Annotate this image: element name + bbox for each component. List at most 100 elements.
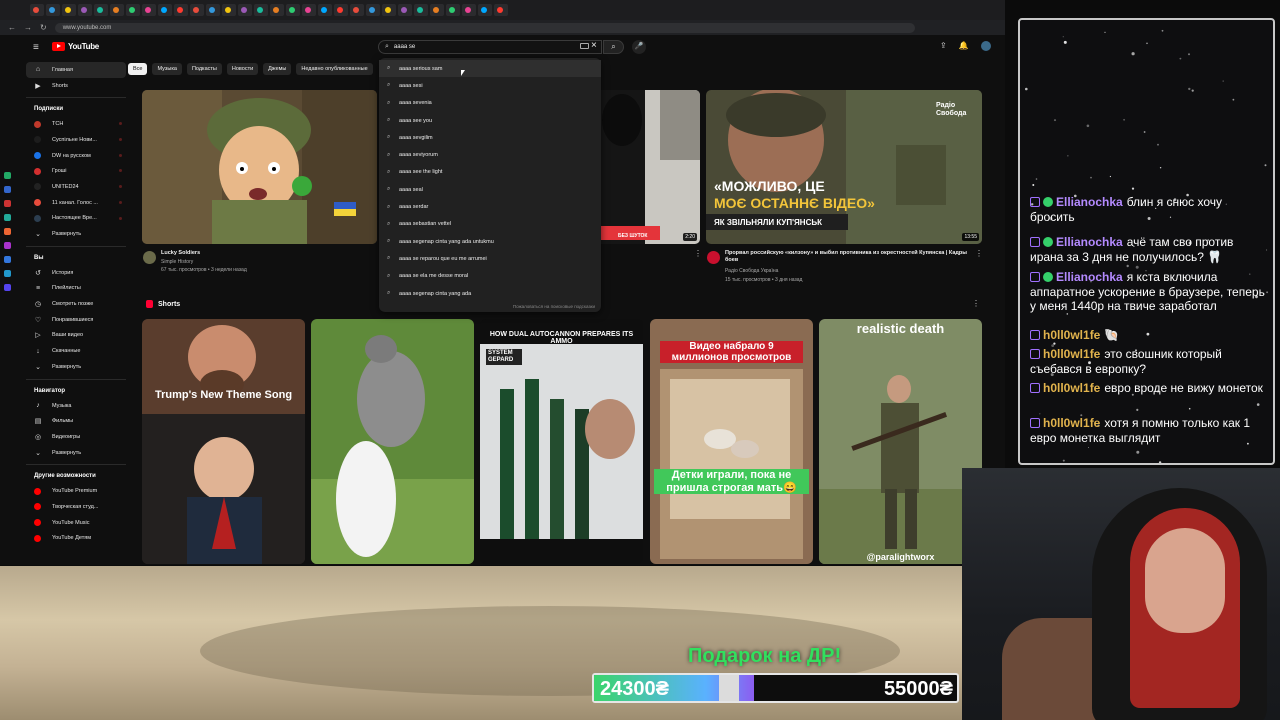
video-thumbnail[interactable]: «МОЖЛИВО, ЦЕ МОЄ ОСТАННЄ ВІДЕО» ЯК ЗВІЛЬ… [706, 90, 982, 244]
sidebar-item[interactable]: YouTube Music [26, 515, 126, 531]
url-field[interactable]: www.youtube.com [54, 22, 915, 33]
sidebar-section-title[interactable]: Подписки [26, 102, 126, 116]
short-card[interactable]: HOW DUAL AUTOCANNON PREPARES ITS AMMO SY… [480, 319, 643, 564]
sidebar-item[interactable]: 11 канал. Голос ... [26, 195, 126, 211]
sidebar-item[interactable]: ⌄ Развернуть [26, 226, 126, 242]
more-options-icon[interactable]: ⋮ [975, 249, 983, 258]
browser-tab[interactable] [142, 4, 156, 16]
sidebar-item[interactable]: ▶ Shorts [26, 78, 126, 94]
sidebar-item[interactable]: UNITED24 [26, 179, 126, 195]
youtube-logo[interactable]: YouTube [52, 42, 99, 51]
browser-tab[interactable] [206, 4, 220, 16]
search-suggestion[interactable]: ⌕ aaaa sesi [379, 77, 601, 94]
browser-tab[interactable] [478, 4, 492, 16]
browser-tab[interactable] [254, 4, 268, 16]
sidebar-item[interactable]: ⌄ Развернуть [26, 445, 126, 461]
browser-tab[interactable] [302, 4, 316, 16]
search-suggestion[interactable]: ⌕ aaaa sevenia [379, 95, 601, 112]
search-suggestion[interactable]: ⌕ aaaa se reparou que eu me arrumei [379, 250, 601, 267]
video-title[interactable]: Прорвал российскую «килзону» и выбил про… [725, 250, 970, 264]
rail-app-icon[interactable] [4, 228, 11, 235]
forward-icon[interactable]: → [24, 23, 32, 32]
browser-tab[interactable] [350, 4, 364, 16]
sidebar-item[interactable]: ≡ Плейлисты [26, 281, 126, 297]
browser-tab[interactable] [270, 4, 284, 16]
rail-app-icon[interactable] [4, 242, 11, 249]
sidebar-item[interactable]: ♡ Понравившиеся [26, 312, 126, 328]
sidebar-item[interactable]: YouTube Детям [26, 531, 126, 547]
video-thumbnail[interactable]: БЕЗ ШУТОК 2:20 [600, 90, 700, 244]
category-chip[interactable]: Недавно опубликованные [296, 63, 373, 75]
chat-username[interactable]: h0ll0wl1fe [1043, 347, 1100, 361]
clear-search-button[interactable]: × [591, 40, 597, 51]
browser-tab[interactable] [398, 4, 412, 16]
sidebar-item[interactable]: Суспільне Нови... [26, 132, 126, 148]
category-chip[interactable]: Музыка [152, 63, 182, 75]
rail-app-icon[interactable] [4, 256, 11, 263]
sidebar-item[interactable]: ♪ Музыка [26, 398, 126, 414]
sidebar-item[interactable]: Настоящее Вре... [26, 211, 126, 227]
sidebar-item[interactable]: ↺ История [26, 265, 126, 281]
sidebar-item[interactable]: ТСН [26, 116, 126, 132]
sidebar-section-title[interactable]: Вы [26, 251, 126, 265]
browser-tab[interactable] [174, 4, 188, 16]
channel-avatar[interactable] [707, 251, 720, 264]
search-suggestion[interactable]: ⌕ aaaa see the light [379, 164, 601, 181]
video-title[interactable]: Lucky Soldiers [161, 250, 200, 256]
browser-tab[interactable] [222, 4, 236, 16]
sidebar-item[interactable]: ◎ Видеоигры [26, 429, 126, 445]
search-suggestion[interactable]: ⌕ aaaa segenap cinta yang ada untukmu [379, 233, 601, 250]
sidebar-item[interactable]: DW на русском [26, 148, 126, 164]
search-suggestion[interactable]: ⌕ aaaa seviyorum [379, 146, 601, 163]
browser-tab[interactable] [190, 4, 204, 16]
more-options-icon[interactable]: ⋮ [694, 249, 702, 258]
rail-app-icon[interactable] [4, 172, 11, 179]
browser-tab[interactable] [462, 4, 476, 16]
search-suggestion[interactable]: ⌕ aaaa see you [379, 112, 601, 129]
chat-username[interactable]: Ellianochka [1056, 270, 1123, 284]
search-suggestion[interactable]: ⌕ aaaa sebastian vettel [379, 216, 601, 233]
category-chip[interactable]: Подкасты [186, 63, 222, 75]
menu-icon[interactable]: ≡ [33, 42, 39, 53]
browser-tab[interactable] [46, 4, 60, 16]
sidebar-item[interactable]: ◷ Смотреть позже [26, 296, 126, 312]
browser-tab[interactable] [366, 4, 380, 16]
chat-username[interactable]: Ellianochka [1056, 235, 1123, 249]
back-icon[interactable]: ← [8, 23, 16, 32]
browser-tab[interactable] [126, 4, 140, 16]
browser-tab[interactable] [94, 4, 108, 16]
search-suggestion[interactable]: ⌕ aaaa segenap cinta yang ada [379, 285, 601, 302]
browser-tab[interactable] [494, 4, 508, 16]
video-channel[interactable]: Simple History [161, 259, 193, 265]
short-card[interactable]: Видео набрало 9 миллионов просмотров Дет… [650, 319, 813, 564]
browser-tab[interactable] [158, 4, 172, 16]
category-chip[interactable]: Новости [226, 63, 259, 75]
voice-search-button[interactable]: 🎤 [632, 40, 646, 54]
short-card[interactable]: Trump's New Theme Song [142, 319, 305, 564]
browser-tab[interactable] [30, 4, 44, 16]
rail-app-icon[interactable] [4, 270, 11, 277]
sidebar-item[interactable]: YouTube Premium [26, 483, 126, 499]
browser-tab[interactable] [238, 4, 252, 16]
browser-tab[interactable] [62, 4, 76, 16]
search-input[interactable] [393, 44, 554, 50]
category-chip[interactable]: Джемы [263, 63, 292, 75]
chat-username[interactable]: Ellianochka [1056, 195, 1123, 209]
sidebar-item[interactable]: Творческая студ... [26, 499, 126, 515]
rail-app-icon[interactable] [4, 214, 11, 221]
browser-tab[interactable] [446, 4, 460, 16]
video-channel[interactable]: Радіо Свобода Україна [725, 268, 778, 274]
browser-tab[interactable] [430, 4, 444, 16]
browser-tab[interactable] [110, 4, 124, 16]
browser-tab[interactable] [334, 4, 348, 16]
report-suggestions-link[interactable]: Пожаловаться на поисковые подсказки [513, 304, 595, 309]
sidebar-item[interactable]: ↓ Скачанные [26, 343, 126, 359]
browser-tab[interactable] [382, 4, 396, 16]
chat-username[interactable]: h0ll0wl1fe [1043, 381, 1100, 395]
channel-avatar[interactable] [143, 251, 156, 264]
sidebar-item[interactable]: ▤ Фильмы [26, 413, 126, 429]
short-card[interactable] [311, 319, 474, 564]
browser-tab[interactable] [286, 4, 300, 16]
notifications-icon[interactable]: 🔔 [959, 41, 969, 51]
browser-tab[interactable] [78, 4, 92, 16]
